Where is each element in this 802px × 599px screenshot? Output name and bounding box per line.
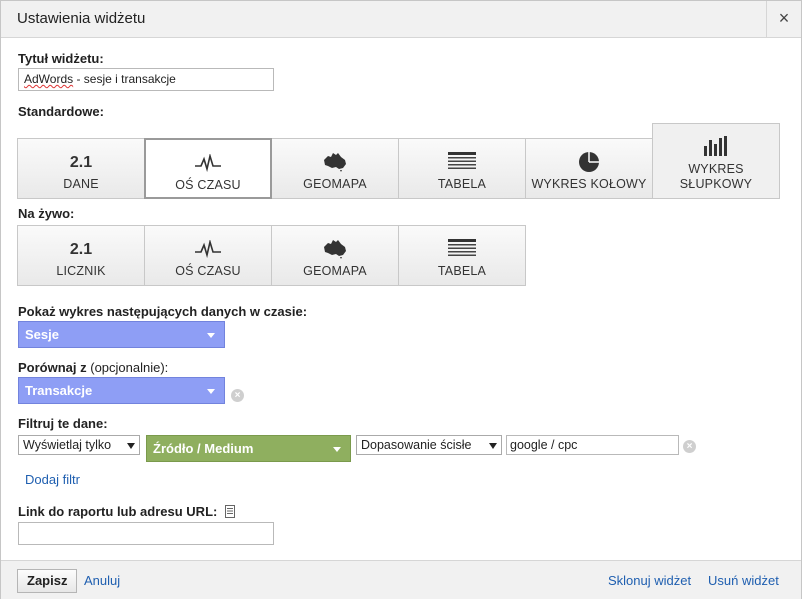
tile-label: TABELA	[437, 177, 487, 191]
save-button[interactable]: Zapisz	[17, 569, 78, 593]
widget-title-value-rest: - sesje i transakcje	[73, 72, 176, 86]
tile-label: OŚ CZASU	[175, 178, 241, 192]
dialog-header: Ustawienia widżetu ×	[1, 1, 801, 38]
tile-standard-pie[interactable]: WYKRES KOŁOWY	[525, 138, 653, 199]
report-link-label-text: Link do raportu lub adresu URL:	[18, 504, 218, 519]
clear-compare-icon[interactable]: ×	[231, 389, 244, 402]
compare-label-main: Porównaj z	[18, 360, 87, 375]
filter-value-input[interactable]: google / cpc	[506, 435, 679, 455]
table-icon	[447, 238, 477, 262]
dialog-title: Ustawienia widżetu	[17, 10, 146, 27]
tile-live-table[interactable]: TABELA	[398, 225, 526, 286]
compare-label-optional: (opcjonalnie):	[86, 360, 169, 375]
tile-label-line2: SŁUPKOWY	[679, 177, 753, 191]
add-filter-link[interactable]: Dodaj filtr	[25, 472, 80, 487]
tile-live-counter[interactable]: 2.1 LICZNIK	[17, 225, 145, 286]
tile-label: LICZNIK	[56, 264, 106, 278]
filter-match-value: Dopasowanie ścisłe	[361, 438, 472, 452]
filter-match-select[interactable]: Dopasowanie ścisłe	[356, 435, 502, 455]
tile-label: DANE	[63, 177, 99, 191]
cancel-link[interactable]: Anuluj	[84, 573, 120, 588]
report-link-input[interactable]	[18, 522, 274, 545]
tile-label: OŚ CZASU	[175, 264, 241, 278]
filter-dimension-select[interactable]: Źródło / Medium	[146, 435, 351, 462]
document-icon	[224, 505, 235, 521]
tile-label: TABELA	[437, 264, 487, 278]
tile-live-timeline[interactable]: OŚ CZASU	[144, 225, 272, 286]
report-link-label: Link do raportu lub adresu URL:	[18, 504, 235, 521]
standard-tiles: 2.1 DANE OŚ CZASU GEOMAPA TABELA WYKRES …	[17, 123, 780, 199]
number-icon: 2.1	[69, 241, 93, 258]
tile-label: GEOMAPA	[303, 177, 367, 191]
delete-widget-link[interactable]: Usuń widżet	[708, 573, 779, 588]
tile-label: WYKRES KOŁOWY	[531, 177, 647, 191]
filter-label: Filtruj te dane:	[18, 416, 108, 431]
timeline-icon	[194, 238, 222, 261]
chevron-down-icon	[489, 443, 497, 449]
metric-select[interactable]: Sesje	[18, 321, 225, 348]
metric-label: Pokaż wykres następujących danych w czas…	[18, 304, 308, 319]
tile-standard-geomap[interactable]: GEOMAPA	[271, 138, 399, 199]
filter-mode-select[interactable]: Wyświetlaj tylko	[18, 435, 140, 455]
geomap-icon	[322, 239, 348, 262]
chevron-down-icon	[333, 447, 341, 452]
filter-mode-value: Wyświetlaj tylko	[23, 438, 112, 452]
chevron-down-icon	[207, 389, 215, 394]
compare-select[interactable]: Transakcje	[18, 377, 225, 404]
widget-title-label: Tytuł widżetu:	[18, 51, 104, 66]
tile-label-line1: WYKRES	[688, 162, 744, 176]
timeline-icon	[194, 152, 222, 175]
table-icon	[447, 151, 477, 175]
tile-live-geomap[interactable]: GEOMAPA	[271, 225, 399, 286]
clear-filter-icon[interactable]: ×	[683, 440, 696, 453]
compare-select-value: Transakcje	[25, 383, 93, 398]
tile-label: WYKRES SŁUPKOWY	[653, 162, 779, 192]
tile-standard-data[interactable]: 2.1 DANE	[17, 138, 145, 199]
number-icon: 2.1	[69, 154, 93, 171]
live-section-label: Na żywo:	[18, 206, 75, 221]
geomap-icon	[322, 152, 348, 175]
standard-section-label: Standardowe:	[18, 104, 104, 119]
pie-chart-icon	[578, 151, 600, 176]
chevron-down-icon	[127, 443, 135, 449]
clone-widget-link[interactable]: Sklonuj widżet	[608, 573, 691, 588]
bar-chart-icon	[703, 135, 729, 159]
tile-standard-table[interactable]: TABELA	[398, 138, 526, 199]
live-tiles: 2.1 LICZNIK OŚ CZASU GEOMAPA TABELA	[17, 225, 526, 286]
metric-select-value: Sesje	[25, 327, 59, 342]
tile-label: GEOMAPA	[303, 264, 367, 278]
tile-standard-timeline[interactable]: OŚ CZASU	[144, 138, 272, 199]
widget-title-input[interactable]: AdWords - sesje i transakcje	[18, 68, 274, 91]
filter-dimension-value: Źródło / Medium	[153, 441, 254, 456]
widget-title-value-word: AdWords	[24, 72, 74, 86]
chevron-down-icon	[207, 333, 215, 338]
dialog-footer: Zapisz Anuluj Sklonuj widżet Usuń widżet	[1, 560, 801, 599]
close-icon[interactable]: ×	[766, 1, 801, 37]
widget-settings-dialog: Ustawienia widżetu × Tytuł widżetu: AdWo…	[0, 0, 802, 599]
compare-label: Porównaj z (opcjonalnie):	[18, 360, 168, 375]
tile-standard-bar[interactable]: WYKRES SŁUPKOWY	[652, 123, 780, 199]
